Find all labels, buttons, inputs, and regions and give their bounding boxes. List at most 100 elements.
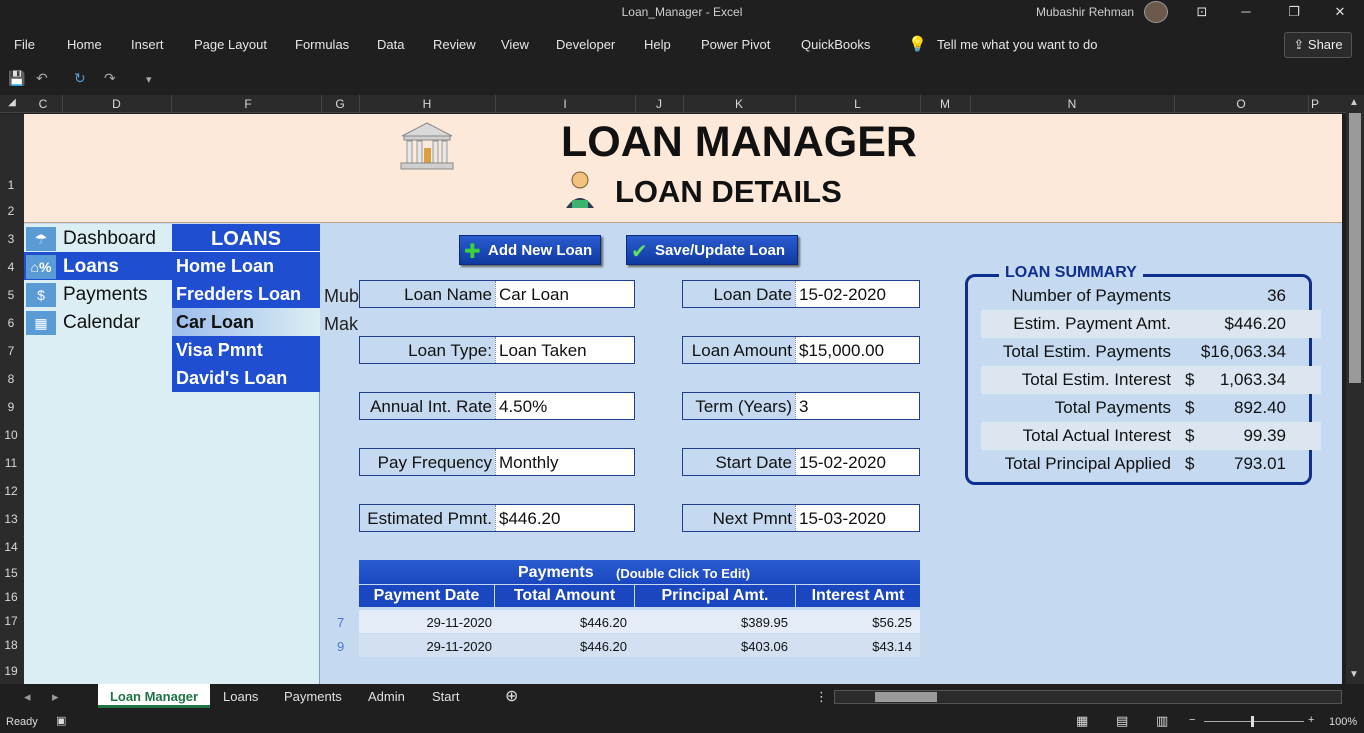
term-input[interactable]: 3 [795, 393, 919, 419]
redo-icon[interactable]: ↷ [104, 70, 116, 87]
col-total-amount[interactable]: Total Amount [495, 585, 634, 607]
zoom-out-icon[interactable]: − [1189, 714, 1195, 726]
row-header[interactable]: 6 [0, 316, 22, 330]
share-button[interactable]: ⇪ Share [1284, 32, 1352, 58]
menu-view[interactable]: View [501, 37, 529, 52]
row-header[interactable]: 9 [0, 400, 22, 414]
col-header[interactable]: D [62, 97, 171, 111]
loan-item-selected[interactable]: Car Loan [172, 308, 320, 336]
menu-quickbooks[interactable]: QuickBooks [801, 37, 870, 52]
loan-type-input[interactable]: Loan Taken [495, 337, 634, 363]
col-header[interactable]: M [920, 97, 970, 111]
menu-file[interactable]: File [14, 37, 35, 52]
loan-date-input[interactable]: 15-02-2020 [795, 281, 919, 307]
loan-item[interactable]: Fredders Loan [172, 280, 320, 308]
row-header[interactable]: 18 [0, 638, 22, 652]
zoom-slider[interactable] [1204, 721, 1304, 722]
col-header[interactable]: J [635, 97, 683, 111]
user-name[interactable]: Mubashir Rehman [1036, 5, 1134, 19]
h-scroll-thumb[interactable] [875, 692, 937, 702]
zoom-in-icon[interactable]: + [1308, 714, 1314, 726]
row-header[interactable]: 11 [0, 456, 22, 470]
row-header[interactable]: 19 [0, 664, 22, 678]
tell-me-input[interactable]: Tell me what you want to do [937, 37, 1097, 52]
frequency-input[interactable]: Monthly [495, 449, 634, 475]
row-header[interactable]: 13 [0, 512, 22, 526]
restore-icon[interactable]: ❐ [1284, 2, 1304, 22]
add-new-loan-button[interactable]: ✚ Add New Loan [459, 235, 601, 265]
minimize-icon[interactable]: ─ [1236, 2, 1256, 22]
vertical-scrollbar[interactable]: ▲ ▼ [1346, 95, 1364, 684]
horizontal-scrollbar[interactable] [834, 690, 1342, 704]
zoom-thumb[interactable] [1251, 716, 1254, 727]
rate-input[interactable]: 4.50% [495, 393, 634, 419]
row-header[interactable]: 5 [0, 288, 22, 302]
row-header[interactable]: 2 [0, 204, 22, 218]
tab-loans[interactable]: Loans [223, 689, 258, 704]
col-header[interactable]: P [1308, 97, 1322, 111]
loan-item[interactable]: Home Loan [172, 252, 320, 280]
col-header[interactable]: H [359, 97, 495, 111]
row-header[interactable]: 3 [0, 232, 22, 246]
loan-item[interactable]: David's Loan [172, 364, 320, 392]
save-icon[interactable]: 💾 [8, 70, 25, 87]
scroll-up-icon[interactable]: ▲ [1349, 97, 1359, 108]
close-icon[interactable]: ✕ [1330, 2, 1350, 22]
loan-name-input[interactable]: Car Loan [495, 281, 634, 307]
normal-view-icon[interactable]: ▦ [1076, 713, 1088, 729]
row-header[interactable]: 10 [0, 428, 22, 442]
menu-insert[interactable]: Insert [131, 37, 164, 52]
col-header[interactable]: N [970, 97, 1174, 111]
scroll-thumb[interactable] [1349, 113, 1361, 383]
page-break-icon[interactable]: ▥ [1156, 713, 1168, 729]
more-options-icon[interactable]: ⋮ [815, 689, 828, 705]
row-header[interactable]: 7 [0, 344, 22, 358]
col-header[interactable]: G [321, 97, 359, 111]
col-header[interactable]: L [795, 97, 920, 111]
nav-dashboard[interactable]: ☂ Dashboard [24, 224, 172, 252]
nav-calendar[interactable]: ▦ Calendar [24, 308, 172, 336]
tab-loan-manager[interactable]: Loan Manager [98, 684, 210, 708]
row-header[interactable]: 1 [0, 178, 22, 192]
tab-admin[interactable]: Admin [368, 689, 405, 704]
page-layout-icon[interactable]: ▤ [1116, 713, 1128, 729]
menu-page-layout[interactable]: Page Layout [194, 37, 267, 52]
tab-start[interactable]: Start [432, 689, 459, 704]
start-date-input[interactable]: 15-02-2020 [795, 449, 919, 475]
col-header[interactable]: O [1174, 97, 1308, 111]
col-header[interactable]: C [24, 97, 62, 111]
col-payment-date[interactable]: Payment Date [359, 585, 494, 607]
loan-amount-input[interactable]: $15,000.00 [795, 337, 919, 363]
col-header[interactable]: K [683, 97, 795, 111]
col-interest[interactable]: Interest Amt [796, 585, 920, 607]
menu-review[interactable]: Review [433, 37, 476, 52]
menu-formulas[interactable]: Formulas [295, 37, 349, 52]
tab-payments[interactable]: Payments [284, 689, 342, 704]
avatar[interactable] [1144, 1, 1168, 23]
save-update-loan-button[interactable]: ✔ Save/Update Loan [626, 235, 798, 265]
add-sheet-icon[interactable]: ⊕ [505, 686, 518, 706]
menu-power-pivot[interactable]: Power Pivot [701, 37, 770, 52]
row-header[interactable]: 17 [0, 614, 22, 628]
estimated-payment-value[interactable]: $446.20 [495, 505, 634, 531]
col-header[interactable]: F [175, 97, 321, 111]
row-header[interactable]: 4 [0, 260, 22, 274]
row-header[interactable]: 16 [0, 590, 22, 604]
scroll-down-icon[interactable]: ▼ [1349, 669, 1359, 680]
row-header[interactable]: 15 [0, 566, 22, 580]
refresh-icon[interactable]: ↻ [74, 70, 86, 87]
tab-prev-icon[interactable]: ◂ [24, 689, 31, 705]
col-header[interactable]: I [495, 97, 635, 111]
menu-developer[interactable]: Developer [556, 37, 615, 52]
nav-loans[interactable]: ⌂% Loans [24, 252, 172, 280]
zoom-level[interactable]: 100% [1329, 716, 1357, 728]
row-header[interactable]: 14 [0, 540, 22, 554]
macro-record-icon[interactable]: ▣ [56, 714, 66, 727]
menu-home[interactable]: Home [67, 37, 102, 52]
ribbon-display-icon[interactable]: ⊡ [1192, 2, 1212, 22]
menu-help[interactable]: Help [644, 37, 671, 52]
cell-g5[interactable]: Mub [324, 286, 359, 307]
customize-qat-icon[interactable]: ▾ [146, 73, 152, 86]
tab-next-icon[interactable]: ▸ [52, 689, 59, 705]
row-header[interactable]: 12 [0, 484, 22, 498]
